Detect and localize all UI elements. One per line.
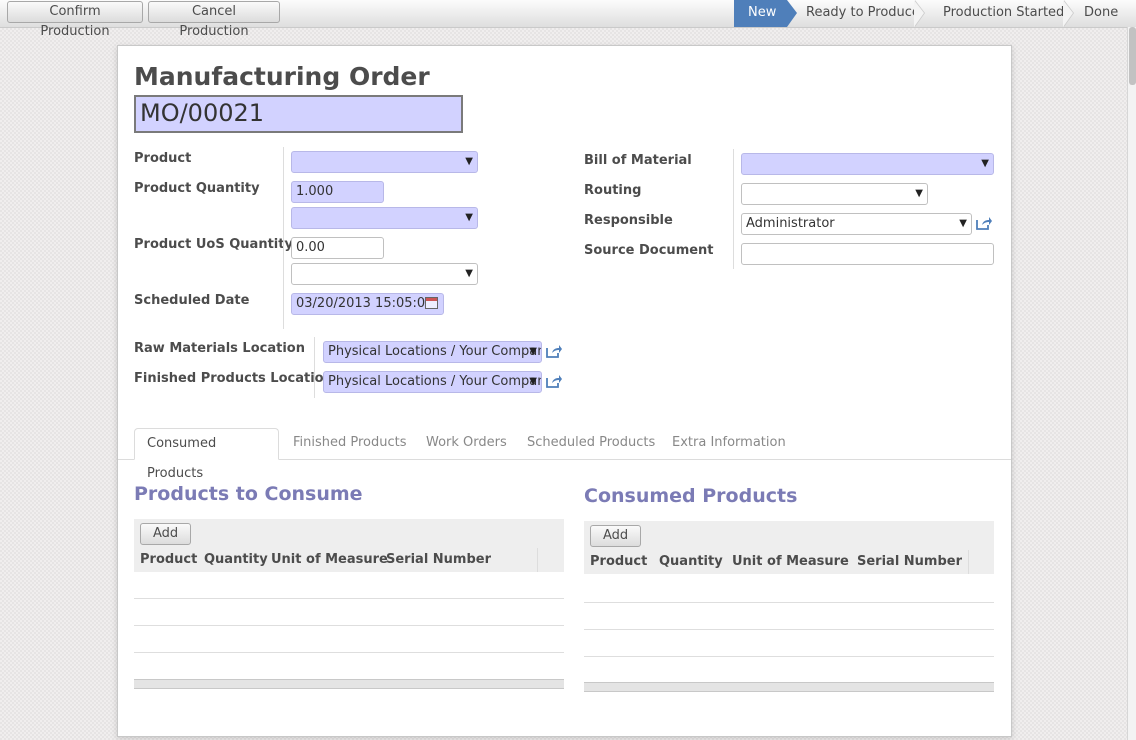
table-row — [134, 572, 564, 599]
table-row — [584, 630, 994, 657]
source-document-input[interactable] — [741, 243, 994, 265]
finished-products-location-label: Finished Products Location — [134, 371, 333, 386]
scrollbar-thumb[interactable] — [1129, 27, 1136, 85]
products-to-consume-grid: Add Product Quantity Unit of Measure Ser… — [134, 519, 564, 689]
status-separator-inner — [1063, 0, 1073, 27]
dropdown-arrow-icon: ▼ — [529, 376, 537, 387]
status-step-production-started[interactable]: Production Started — [943, 0, 1064, 27]
status-bar: New Ready to Produce Production Started … — [734, 0, 1136, 27]
grid-header: Add Product Quantity Unit of Measure Ser… — [134, 519, 564, 572]
table-row — [584, 576, 994, 603]
finished-products-location-select[interactable]: Physical Locations / Your Company ▼ — [323, 371, 542, 393]
column-header-product[interactable]: Product — [590, 554, 647, 569]
finished-products-location-value: Physical Locations / Your Company — [328, 374, 542, 389]
dropdown-arrow-icon: ▼ — [465, 268, 473, 279]
routing-label: Routing — [584, 183, 642, 198]
table-row — [584, 603, 994, 630]
routing-select[interactable]: ▼ — [741, 183, 928, 205]
control-bar: Confirm Production Cancel Production New… — [0, 0, 1136, 39]
status-step-ready-to-produce[interactable]: Ready to Produce — [806, 0, 920, 27]
column-header-product[interactable]: Product — [140, 552, 197, 567]
column-header-quantity[interactable]: Quantity — [204, 552, 268, 567]
reference-field[interactable]: MO/00021 — [134, 95, 463, 133]
column-header-serial-number[interactable]: Serial Number — [386, 552, 491, 567]
column-header-quantity[interactable]: Quantity — [659, 554, 723, 569]
responsible-label: Responsible — [584, 213, 673, 228]
tab-finished-products[interactable]: Finished Products — [281, 428, 419, 459]
responsible-select[interactable]: Administrator ▼ — [741, 213, 972, 235]
product-select[interactable]: ▼ — [291, 151, 478, 173]
scheduled-date-label: Scheduled Date — [134, 293, 250, 308]
calendar-icon[interactable] — [425, 297, 438, 309]
table-row — [134, 599, 564, 626]
responsible-value: Administrator — [746, 216, 835, 231]
dropdown-arrow-icon: ▼ — [465, 212, 473, 223]
source-document-label: Source Document — [584, 243, 714, 258]
column-divider — [537, 548, 538, 572]
cancel-production-button[interactable]: Cancel Production — [148, 1, 280, 39]
bill-of-material-select[interactable]: ▼ — [741, 153, 994, 175]
column-header-unit-of-measure[interactable]: Unit of Measure — [271, 552, 388, 567]
dropdown-arrow-icon: ▼ — [981, 158, 989, 169]
product-quantity-input[interactable]: 1.000 — [291, 181, 384, 203]
product-label: Product — [134, 151, 192, 166]
dropdown-arrow-icon: ▼ — [915, 188, 923, 199]
product-quantity-label: Product Quantity — [134, 181, 260, 196]
column-divider — [283, 147, 284, 329]
dropdown-arrow-icon: ▼ — [465, 156, 473, 167]
product-uos-select[interactable]: ▼ — [291, 263, 478, 285]
grid-footer — [134, 679, 564, 689]
dropdown-arrow-icon: ▼ — [959, 218, 967, 229]
form-sheet: Manufacturing Order MO/00021 Product Pro… — [117, 45, 1012, 737]
product-uom-select[interactable]: ▼ — [291, 207, 478, 229]
status-step-done[interactable]: Done — [1084, 0, 1118, 27]
tab-scheduled-products[interactable]: Scheduled Products — [515, 428, 667, 459]
raw-materials-location-value: Physical Locations / Your Company — [328, 344, 542, 359]
product-uos-quantity-input[interactable]: 0.00 — [291, 237, 384, 259]
consumed-products-grid: Add Product Quantity Unit of Measure Ser… — [584, 521, 994, 693]
page-title: Manufacturing Order — [134, 62, 430, 91]
external-link-icon[interactable] — [545, 343, 563, 359]
external-link-icon[interactable] — [545, 373, 563, 389]
table-row — [134, 626, 564, 653]
products-to-consume-title: Products to Consume — [134, 483, 363, 505]
column-header-unit-of-measure[interactable]: Unit of Measure — [732, 554, 849, 569]
product-uos-quantity-label: Product UoS Quantity — [134, 237, 293, 252]
status-step-new[interactable]: New — [734, 0, 787, 27]
scheduled-date-value: 03/20/2013 15:05:08 — [296, 296, 434, 311]
raw-materials-location-label: Raw Materials Location — [134, 341, 305, 356]
grid-footer — [584, 682, 994, 692]
status-arrow — [787, 0, 797, 27]
status-separator-inner — [914, 0, 924, 27]
column-divider — [733, 149, 734, 269]
column-divider — [968, 550, 969, 574]
confirm-production-button[interactable]: Confirm Production — [7, 1, 143, 39]
scheduled-date-input[interactable]: 03/20/2013 15:05:08 — [291, 293, 444, 315]
dropdown-arrow-icon: ▼ — [529, 346, 537, 357]
consumed-products-title: Consumed Products — [584, 485, 798, 507]
column-header-serial-number[interactable]: Serial Number — [857, 554, 962, 569]
vertical-scrollbar[interactable] — [1127, 27, 1136, 740]
add-consumed-line-button[interactable]: Add — [590, 525, 642, 547]
grid-header: Add Product Quantity Unit of Measure Ser… — [584, 521, 994, 574]
bill-of-material-label: Bill of Material — [584, 153, 692, 168]
column-divider — [314, 337, 315, 398]
tab-extra-information[interactable]: Extra Information — [660, 428, 798, 459]
external-link-icon[interactable] — [975, 215, 993, 231]
raw-materials-location-select[interactable]: Physical Locations / Your Company ▼ — [323, 341, 542, 363]
add-consume-line-button[interactable]: Add — [140, 523, 192, 545]
tab-consumed-products[interactable]: Consumed Products — [134, 428, 279, 481]
tab-work-orders[interactable]: Work Orders — [414, 428, 519, 459]
notebook-tabs: Consumed Products Finished Products Work… — [118, 428, 1011, 481]
